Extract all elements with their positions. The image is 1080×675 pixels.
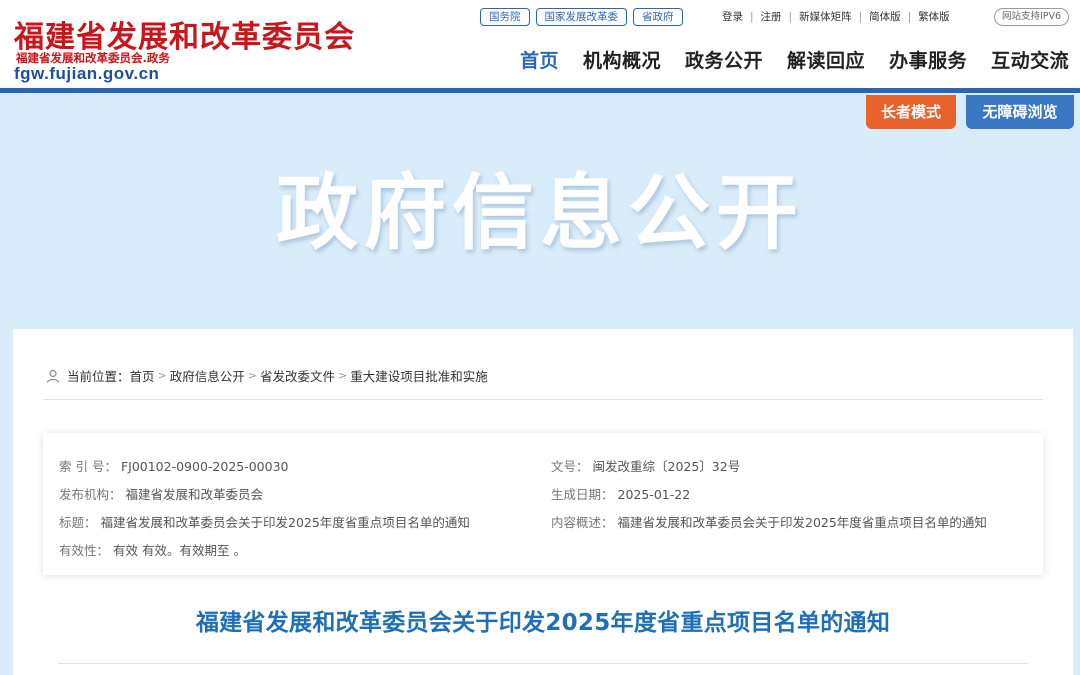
meta-validity-value: 有效 有效。有效期至 。 [113, 543, 246, 558]
meta-publisher: 发布机构： 福建省发展和改革委员会 [59, 484, 263, 503]
breadcrumb-prefix: 当前位置： [67, 369, 130, 384]
meta-docno: 文号： 闽发改重综〔2025〕32号 [551, 456, 740, 475]
nav-services[interactable]: 办事服务 [877, 46, 979, 73]
top-links: 登录 | 注册 | 新媒体矩阵 | 简体版 | 繁体版 [722, 9, 950, 24]
breadcrumb: 当前位置： 首页 > 政府信息公开 > 省发改委文件 > 重大建设项目批准和实施 [45, 366, 488, 385]
nav-interaction[interactable]: 互动交流 [979, 46, 1080, 73]
meta-date: 生成日期： 2025-01-22 [551, 484, 690, 503]
meta-date-value: 2025-01-22 [617, 487, 691, 502]
header-divider [0, 88, 1080, 93]
nav-gov-affairs[interactable]: 政务公开 [673, 46, 775, 73]
meta-summary: 内容概述： 福建省发展和改革委员会关于印发2025年度省重点项目名单的通知 [551, 512, 987, 531]
content-card: 当前位置： 首页 > 政府信息公开 > 省发改委文件 > 重大建设项目批准和实施… [13, 329, 1073, 675]
nav-organization[interactable]: 机构概况 [571, 46, 673, 73]
meta-title: 标题： 福建省发展和改革委员会关于印发2025年度省重点项目名单的通知 [59, 512, 470, 531]
breadcrumb-home[interactable]: 首页 [130, 366, 155, 385]
main-nav: 首页 机构概况 政务公开 解读回应 办事服务 互动交流 [508, 46, 1080, 73]
document-meta-box: 索 引 号： FJ00102-0900-2025-00030 文号： 闽发改重综… [43, 433, 1043, 575]
simplified-link[interactable]: 简体版 [869, 9, 901, 24]
barrier-free-button[interactable]: 无障碍浏览 [966, 95, 1074, 129]
meta-publisher-label: 发布机构： [59, 487, 122, 502]
meta-docno-label: 文号： [551, 459, 589, 474]
meta-summary-label: 内容概述： [551, 515, 614, 530]
traditional-link[interactable]: 繁体版 [918, 9, 950, 24]
meta-title-label: 标题： [59, 515, 97, 530]
ipv6-badge: 网站支持IPV6 [994, 8, 1070, 26]
title-divider [58, 663, 1028, 664]
meta-summary-value: 福建省发展和改革委员会关于印发2025年度省重点项目名单的通知 [617, 515, 987, 530]
breadcrumb-separator: > [247, 369, 257, 382]
meta-publisher-value: 福建省发展和改革委员会 [125, 487, 264, 502]
breadcrumb-major-projects[interactable]: 重大建设项目批准和实施 [350, 366, 488, 385]
quicklinks: 国务院 国家发展改革委 省政府 [480, 8, 683, 26]
nav-home[interactable]: 首页 [508, 46, 571, 73]
meta-validity: 有效性： 有效 有效。有效期至 。 [59, 540, 246, 559]
meta-index: 索 引 号： FJ00102-0900-2025-00030 [59, 456, 289, 475]
breadcrumb-separator: > [157, 369, 167, 382]
quicklink-provincial-gov[interactable]: 省政府 [633, 8, 683, 26]
meta-index-label: 索 引 号： [59, 459, 117, 474]
separator: | [788, 10, 793, 23]
nav-interpretation[interactable]: 解读回应 [775, 46, 877, 73]
breadcrumb-divider [43, 399, 1043, 400]
breadcrumb-ndrc-docs[interactable]: 省发改委文件 [260, 366, 335, 385]
meta-docno-value: 闽发改重综〔2025〕32号 [592, 459, 741, 474]
meta-title-value: 福建省发展和改革委员会关于印发2025年度省重点项目名单的通知 [100, 515, 470, 530]
elder-mode-button[interactable]: 长者模式 [866, 95, 956, 129]
location-user-icon [46, 369, 60, 383]
separator: | [750, 10, 754, 23]
new-media-link[interactable]: 新媒体矩阵 [799, 9, 852, 24]
breadcrumb-separator: > [338, 369, 348, 382]
banner-title: 政府信息公开 [275, 166, 804, 261]
document-title: 福建省发展和改革委员会关于印发2025年度省重点项目名单的通知 [195, 610, 891, 636]
breadcrumb-info-public[interactable]: 政府信息公开 [170, 366, 245, 385]
quicklink-ndrc[interactable]: 国家发展改革委 [535, 8, 627, 26]
meta-date-label: 生成日期： [551, 487, 614, 502]
meta-validity-label: 有效性： [59, 543, 110, 558]
logo-domain: fgw.fujian.gov.cn [14, 64, 160, 83]
quicklink-state-council[interactable]: 国务院 [480, 8, 530, 26]
meta-index-value: FJ00102-0900-2025-00030 [120, 459, 289, 474]
register-link[interactable]: 注册 [761, 9, 782, 24]
separator: | [907, 10, 912, 23]
site-header: 福建省发展和改革委员会 福建省发展和改革委员会.政务 fgw.fujian.go… [0, 0, 1080, 88]
separator: | [858, 10, 863, 23]
login-link[interactable]: 登录 [722, 9, 743, 24]
